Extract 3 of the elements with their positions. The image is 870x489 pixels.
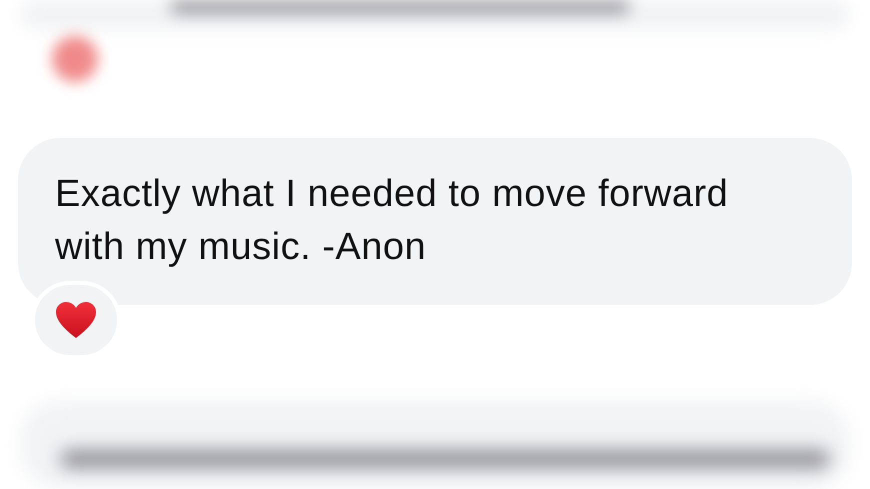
blurred-reaction-icon	[52, 36, 98, 82]
heart-icon	[55, 301, 97, 339]
message-bubble: Exactly what I needed to move forward with my music. -Anon	[18, 138, 852, 305]
